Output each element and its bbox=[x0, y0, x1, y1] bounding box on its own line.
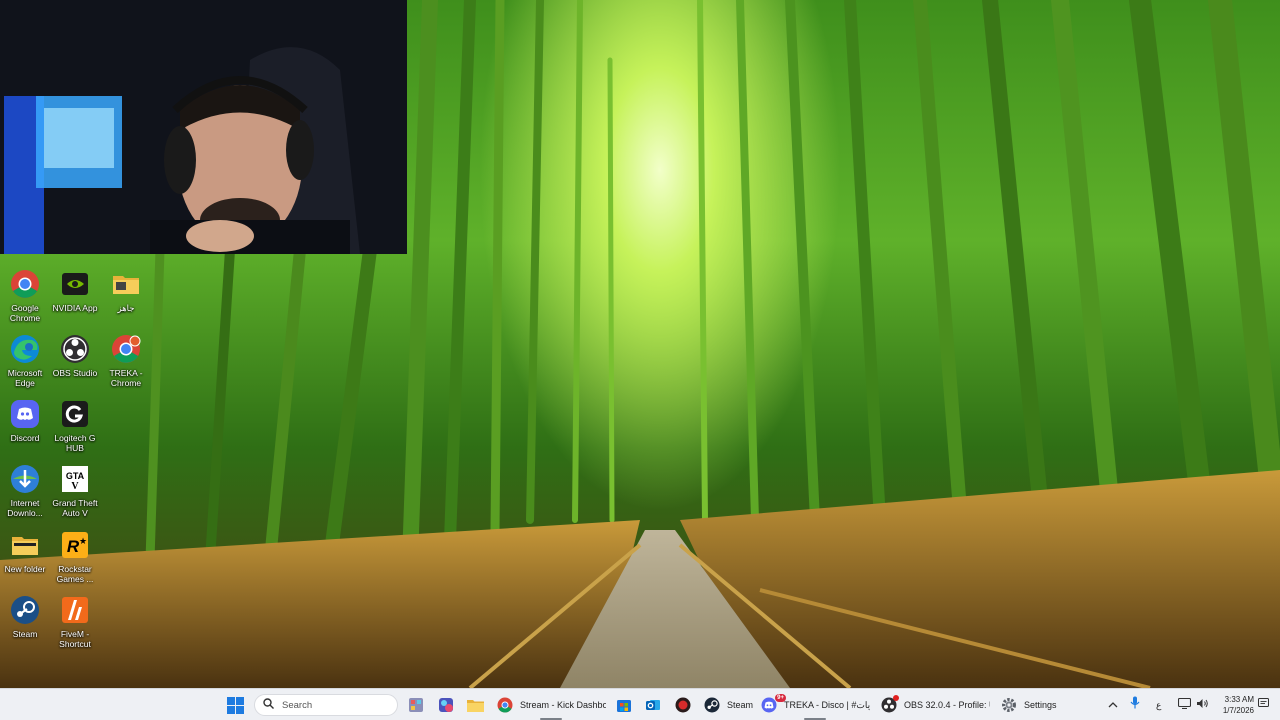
desktop-icon-logitech-g-hub[interactable]: Logitech G HUB bbox=[50, 398, 100, 453]
taskbar-app-label: TREKA - Disco | #ذكريات bbox=[784, 699, 870, 710]
svg-text:V: V bbox=[71, 481, 79, 492]
desktop-icon-discord[interactable]: Discord bbox=[0, 398, 50, 443]
taskbar-pinned-app[interactable] bbox=[615, 689, 633, 720]
desktop-icon-label: OBS Studio bbox=[52, 368, 98, 378]
taskbar-app-label: Settings bbox=[1024, 700, 1057, 710]
webcam-overlay bbox=[0, 0, 407, 254]
desktop-icon-rockstar-games[interactable]: R ★ Rockstar Games ... bbox=[50, 529, 100, 584]
chrome-icon bbox=[9, 268, 41, 300]
logitech-icon bbox=[59, 398, 91, 430]
desktop-icon-label: Steam bbox=[12, 629, 38, 639]
desktop-icon-label: NVIDIA App bbox=[52, 303, 98, 313]
tray-overflow-chevron[interactable] bbox=[1108, 689, 1118, 720]
desktop-icon-label: Logitech G HUB bbox=[54, 433, 96, 453]
taskbar-app-obs[interactable]: OBS 32.0.4 - Profile: Unt bbox=[880, 689, 992, 720]
streamer-webcam-feed bbox=[0, 0, 407, 254]
red-circle-app-icon bbox=[674, 696, 692, 714]
chrome-icon bbox=[110, 333, 142, 365]
desktop-icon-treka-chrome[interactable]: TREKA - Chrome bbox=[101, 333, 151, 388]
steam-icon bbox=[9, 594, 41, 626]
chevron-up-icon bbox=[1108, 696, 1118, 714]
edge-icon bbox=[9, 333, 41, 365]
tray-volume[interactable] bbox=[1196, 689, 1209, 720]
desktop-icon-label: Grand Theft Auto V bbox=[52, 498, 98, 518]
desktop-icon-internet-download-manager[interactable]: Internet Downlo... bbox=[0, 463, 50, 518]
taskbar-app-label: Steam bbox=[727, 700, 754, 710]
folder-icon bbox=[466, 696, 484, 714]
chrome-icon bbox=[496, 696, 514, 714]
taskbar-pinned-app[interactable] bbox=[437, 689, 455, 720]
tray-language[interactable]: ع bbox=[1156, 689, 1161, 720]
discord-icon: 9+ bbox=[760, 694, 786, 714]
microphone-icon bbox=[1130, 696, 1140, 714]
desktop-icon-nvidia-app[interactable]: NVIDIA App bbox=[50, 268, 100, 313]
desktop-icon-fivem[interactable]: FiveM - Shortcut bbox=[50, 594, 100, 649]
gta-icon: GTA V bbox=[59, 463, 91, 495]
desktop-icon-steam[interactable]: Steam bbox=[0, 594, 50, 639]
svg-text:GTA: GTA bbox=[66, 471, 85, 481]
desktop-icon-label: New folder bbox=[4, 564, 46, 574]
teams-icon bbox=[437, 696, 455, 714]
nvidia-icon bbox=[59, 268, 91, 300]
taskbar: Stream - Kick Dashboard Steam 9+ TREKA -… bbox=[0, 688, 1280, 720]
folder-icon bbox=[9, 529, 41, 561]
taskbar-pinned-app[interactable] bbox=[407, 689, 425, 720]
notification-bell-icon bbox=[1258, 696, 1269, 714]
desktop-icon-obs-studio[interactable]: OBS Studio bbox=[50, 333, 100, 378]
desktop-icon-label: Rockstar Games ... bbox=[56, 564, 94, 584]
taskbar-pinned-app[interactable] bbox=[674, 689, 692, 720]
desktop-icon-label: Microsoft Edge bbox=[7, 368, 43, 388]
app-tiles-icon bbox=[407, 696, 425, 714]
svg-text:R: R bbox=[67, 537, 80, 556]
svg-text:★: ★ bbox=[79, 536, 87, 546]
taskbar-app-steam[interactable]: Steam bbox=[703, 689, 755, 720]
obs-icon bbox=[880, 695, 899, 714]
taskbar-app-label: OBS 32.0.4 - Profile: Unt bbox=[904, 700, 990, 710]
system-clock[interactable]: 3:33 AM 1/7/2026 bbox=[1214, 694, 1254, 716]
outlook-icon bbox=[644, 696, 662, 714]
tray-microphone[interactable] bbox=[1130, 689, 1140, 720]
desktop-icon-label: TREKA - Chrome bbox=[109, 368, 143, 388]
discord-icon bbox=[9, 398, 41, 430]
desktop-icon-label: FiveM - Shortcut bbox=[59, 629, 91, 649]
rockstar-icon: R ★ bbox=[59, 529, 91, 561]
input-language-indicator: ع bbox=[1156, 699, 1162, 710]
network-icon bbox=[1177, 696, 1192, 714]
obs-icon bbox=[59, 333, 91, 365]
search-icon bbox=[263, 696, 274, 714]
notification-center-button[interactable] bbox=[1258, 689, 1269, 720]
desktop-icon-label: جاهز bbox=[117, 303, 135, 313]
desktop-icon-label: Google Chrome bbox=[9, 303, 41, 323]
store-icon bbox=[615, 696, 633, 714]
desktop-icon-gta-v[interactable]: GTA V Grand Theft Auto V bbox=[50, 463, 100, 518]
speaker-icon bbox=[1196, 696, 1209, 714]
desktop-icon-label: Discord bbox=[10, 433, 40, 443]
fivem-icon bbox=[59, 594, 91, 626]
taskbar-app-discord[interactable]: 9+ TREKA - Disco | #ذكريات bbox=[760, 689, 872, 720]
idm-icon bbox=[9, 463, 41, 495]
desktop-icon-microsoft-edge[interactable]: Microsoft Edge bbox=[0, 333, 50, 388]
clock-date: 1/7/2026 bbox=[1222, 706, 1254, 715]
desktop-icon-google-chrome[interactable]: Google Chrome bbox=[0, 268, 50, 323]
folder-icon bbox=[110, 268, 142, 300]
notification-badge: 9+ bbox=[775, 694, 786, 702]
taskbar-app-label: Stream - Kick Dashboard bbox=[520, 700, 606, 710]
steam-icon bbox=[703, 696, 721, 714]
search-input[interactable] bbox=[282, 699, 382, 711]
start-button[interactable] bbox=[226, 689, 244, 720]
taskbar-file-explorer[interactable] bbox=[466, 689, 484, 720]
tray-network[interactable] bbox=[1177, 689, 1192, 720]
desktop-icon-new-folder[interactable]: New folder bbox=[0, 529, 50, 574]
taskbar-search[interactable] bbox=[254, 694, 398, 716]
taskbar-app-kick-dashboard[interactable]: Stream - Kick Dashboard bbox=[496, 689, 608, 720]
desktop-icon-folder-ready[interactable]: جاهز bbox=[101, 268, 151, 313]
windows-logo-icon bbox=[226, 696, 244, 714]
clock-time: 3:33 AM bbox=[1224, 695, 1254, 704]
recording-dot bbox=[893, 695, 899, 701]
taskbar-app-settings[interactable]: Settings bbox=[1000, 689, 1060, 720]
desktop-icon-label: Internet Downlo... bbox=[7, 498, 43, 518]
taskbar-pinned-app[interactable] bbox=[644, 689, 662, 720]
gear-icon bbox=[1000, 696, 1018, 714]
